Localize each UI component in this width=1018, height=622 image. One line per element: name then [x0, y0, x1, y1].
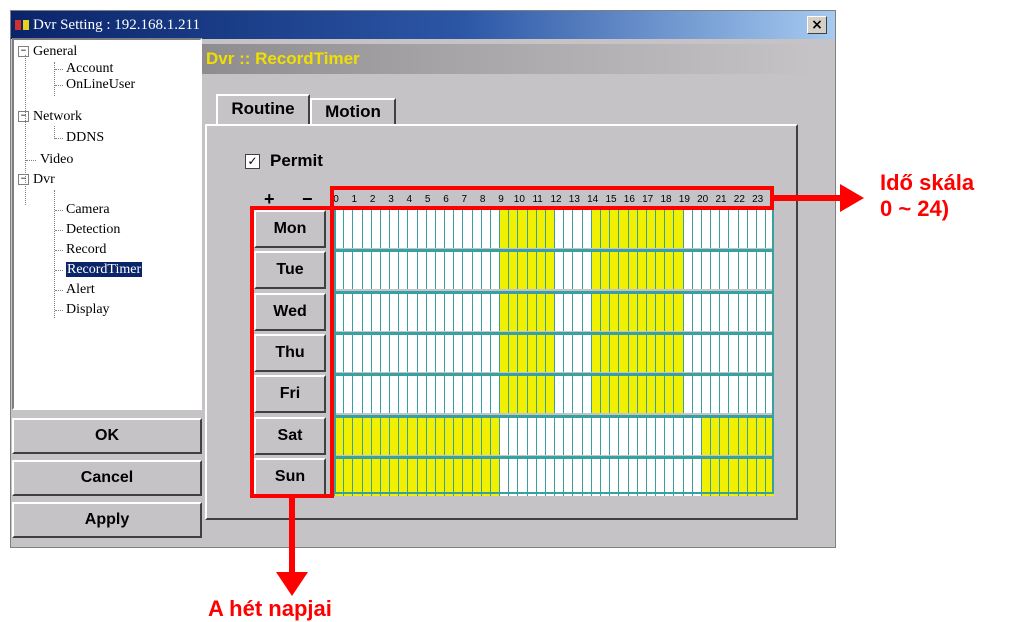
days-annotation: A hét napjai [208, 596, 332, 621]
time-scale-annotation: Idő skála 0 ~ 24) [880, 170, 974, 222]
time-scale-annotation-line2: 0 ~ 24) [880, 196, 950, 221]
annotation-arrows [276, 184, 864, 596]
time-scale-annotation-line1: Idő skála [880, 170, 975, 195]
arrow-right-icon [840, 184, 864, 212]
arrow-down-icon [276, 572, 308, 596]
